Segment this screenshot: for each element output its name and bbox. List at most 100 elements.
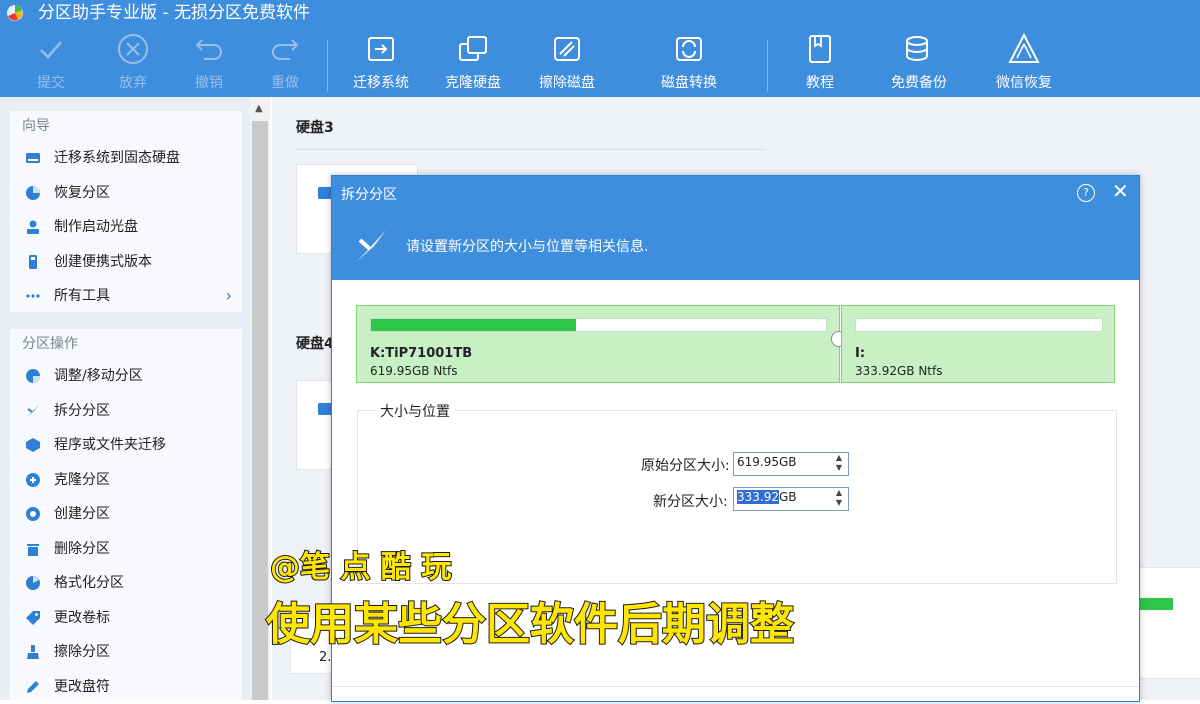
sidebar-item-label: 所有工具 [54, 288, 110, 304]
sidebar-item-format[interactable]: 格式化分区 [10, 566, 242, 601]
sidebar-item-split[interactable]: 拆分分区 [10, 394, 242, 429]
new-size-input[interactable]: 333.92GB ▲▼ [733, 487, 849, 511]
partition-k[interactable]: K:TiP71001TB 619.95GB Ntfs [356, 305, 840, 383]
sidebar-item-change-letter[interactable]: 更改盘符 [10, 670, 242, 704]
sidebar-item-label: 格式化分区 [54, 575, 124, 591]
partition-block[interactable] [1138, 567, 1200, 679]
row-number: 2. [319, 650, 331, 665]
disk4-label: 硬盘4 [296, 333, 334, 353]
toolbar: 提交 放弃 撤销 重做 迁移系统 克隆硬盘 擦除磁盘 磁盘转换 教程 免费备份 … [0, 26, 1200, 97]
usb-icon [25, 254, 41, 270]
sidebar-item-portable[interactable]: 创建便携式版本 [10, 245, 242, 280]
sidebar-item-delete-partition[interactable]: 删除分区 [10, 532, 242, 567]
toolbar-separator [767, 40, 768, 92]
wechat-recover-icon [1007, 32, 1041, 66]
usage-fill [371, 319, 576, 331]
wechat-recover-button[interactable]: 微信恢复 [979, 32, 1069, 94]
sidebar-item-label: 恢复分区 [54, 185, 110, 201]
sidebar-item-label: 更改盘符 [54, 679, 110, 695]
partition-ops-header: 分区操作 [10, 329, 242, 359]
window-title: 分区助手专业版 - 无损分区免费软件 [38, 2, 310, 24]
disk-convert-label: 磁盘转换 [644, 72, 734, 92]
migrate-os-icon [364, 32, 398, 66]
disk-convert-button[interactable]: 磁盘转换 [644, 32, 734, 94]
free-backup-button[interactable]: 免费备份 [874, 32, 964, 94]
app-move-icon [25, 437, 41, 453]
partition-k-name: K:TiP71001TB [370, 346, 472, 361]
new-size-selected-text: 333.92 [737, 490, 779, 504]
watermark-text: @笔 点 酷 玩 [270, 542, 451, 586]
sidebar-item-app-move[interactable]: 程序或文件夹迁移 [10, 428, 242, 463]
submit-label: 提交 [6, 72, 96, 92]
new-size-unit: GB [779, 490, 797, 504]
undo-icon [192, 32, 226, 66]
partition-ops-panel: 分区操作 调整/移动分区 拆分分区 程序或文件夹迁移 克隆分区 创建分区 删除分… [10, 329, 242, 700]
original-size-label: 原始分区大小: [641, 455, 730, 475]
dialog-message: 请设置新分区的大小与位置等相关信息. [406, 236, 648, 256]
chevron-right-icon: › [226, 279, 232, 314]
sidebar-item-label: 删除分区 [54, 541, 110, 557]
sidebar-item-recover-partition[interactable]: 恢复分区 [10, 176, 242, 211]
sidebar-item-create-partition[interactable]: 创建分区 [10, 497, 242, 532]
toolbar-separator [327, 40, 328, 92]
sidebar-item-boot-disc[interactable]: 制作启动光盘 [10, 210, 242, 245]
redo-button[interactable]: 重做 [240, 32, 330, 94]
sidebar-item-migrate-ssd[interactable]: 迁移系统到固态硬盘 [10, 141, 242, 176]
wipe-disk-label: 擦除磁盘 [522, 72, 612, 92]
partition-i[interactable]: I: 333.92GB Ntfs [841, 305, 1115, 383]
submit-button[interactable]: 提交 [6, 32, 96, 94]
sidebar-item-clone-partition[interactable]: 克隆分区 [10, 463, 242, 498]
sidebar-item-label: 克隆分区 [54, 472, 110, 488]
sidebar-item-label: 创建分区 [54, 506, 110, 522]
sidebar-item-resize[interactable]: 调整/移动分区 [10, 359, 242, 394]
resize-icon [25, 368, 41, 384]
spinner-arrows-icon[interactable]: ▲▼ [830, 488, 848, 510]
clone-disk-label: 克隆硬盘 [428, 72, 518, 92]
dialog-titlebar: 拆分分区 ? ✕ [332, 176, 1139, 212]
sidebar-item-label: 制作启动光盘 [54, 219, 138, 235]
more-icon [25, 288, 41, 304]
scroll-up-icon[interactable]: ▲ [255, 103, 263, 114]
dialog-info-band: 请设置新分区的大小与位置等相关信息. [332, 212, 1139, 280]
split-icon [352, 226, 392, 266]
pen-icon [25, 679, 41, 695]
sidebar-item-all-tools[interactable]: 所有工具 › [10, 279, 242, 314]
sidebar-item-label: 迁移系统到固态硬盘 [54, 150, 180, 166]
migrate-os-label: 迁移系统 [336, 72, 426, 92]
title-bar: 分区助手专业版 - 无损分区免费软件 [0, 0, 1200, 26]
spinner-arrows-icon[interactable]: ▲▼ [830, 453, 848, 475]
sidebar-item-wipe-partition[interactable]: 擦除分区 [10, 635, 242, 670]
tutorial-icon [803, 32, 837, 66]
clone-disk-icon [456, 32, 490, 66]
delete-partition-icon [25, 541, 41, 557]
tutorial-button[interactable]: 教程 [775, 32, 865, 94]
close-icon[interactable]: ✕ [1112, 179, 1129, 203]
backup-icon [902, 32, 936, 66]
clone-disk-button[interactable]: 克隆硬盘 [428, 32, 518, 94]
redo-icon [268, 32, 302, 66]
disk3-label: 硬盘3 [296, 117, 334, 137]
wizard-panel: 向导 迁移系统到固态硬盘 恢复分区 制作启动光盘 创建便携式版本 所有工具 › [10, 111, 242, 312]
format-icon [25, 575, 41, 591]
migrate-os-button[interactable]: 迁移系统 [336, 32, 426, 94]
tutorial-label: 教程 [775, 72, 865, 92]
sidebar-item-change-label[interactable]: 更改卷标 [10, 601, 242, 636]
pie-icon [25, 185, 41, 201]
partition-k-size: 619.95GB Ntfs [370, 364, 458, 378]
dialog-title: 拆分分区 [341, 184, 397, 204]
help-icon[interactable]: ? [1077, 184, 1095, 202]
ssd-icon [25, 150, 41, 166]
partition-i-name: I: [855, 346, 865, 361]
sidebar-item-label: 创建便携式版本 [54, 254, 152, 270]
split-icon [25, 403, 41, 419]
check-icon [34, 32, 68, 66]
original-size-input[interactable]: 619.95GB ▲▼ [733, 452, 849, 476]
sidebar-item-label: 拆分分区 [54, 403, 110, 419]
redo-label: 重做 [240, 72, 330, 92]
sidebar-item-label: 擦除分区 [54, 644, 110, 660]
wipe-disk-button[interactable]: 擦除磁盘 [522, 32, 612, 94]
wipe-disk-icon [550, 32, 584, 66]
tag-icon [25, 610, 41, 626]
boot-disc-icon [25, 219, 41, 235]
disk-convert-icon [672, 32, 706, 66]
